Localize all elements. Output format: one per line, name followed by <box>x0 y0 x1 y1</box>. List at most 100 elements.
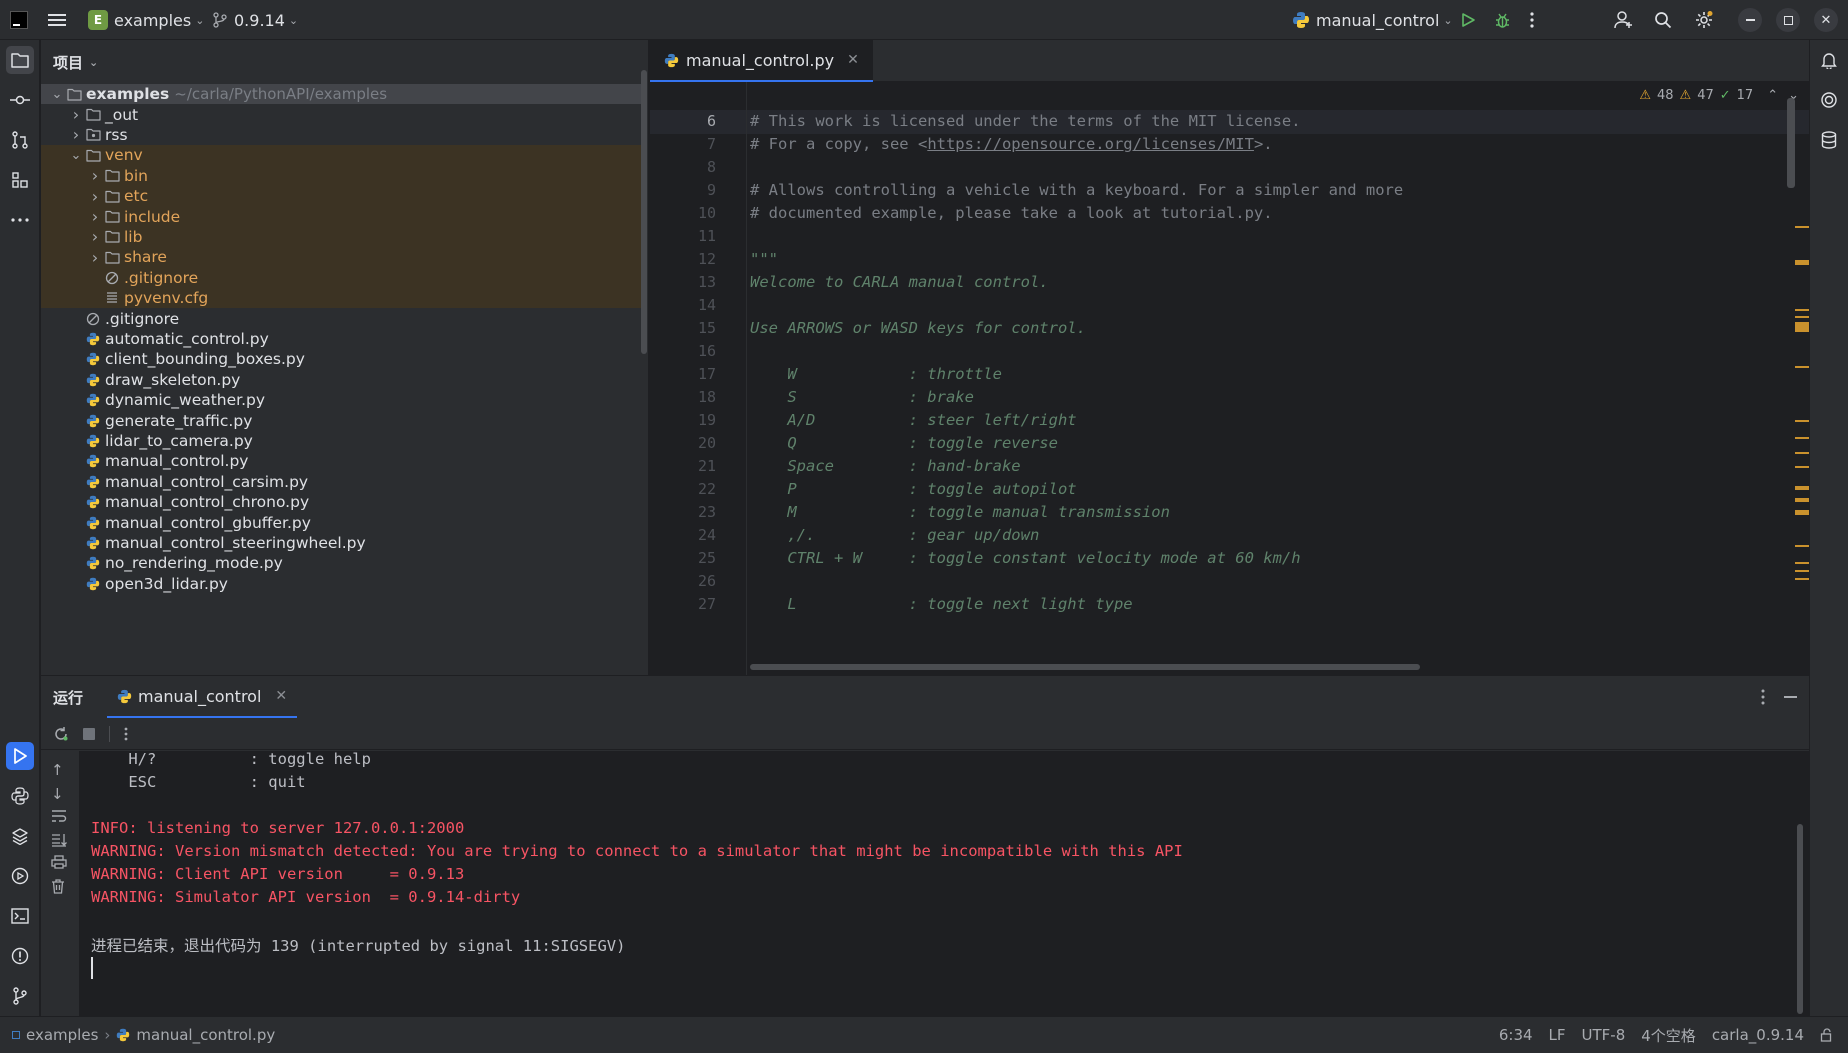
breadcrumb-file[interactable]: manual_control.py <box>136 1026 275 1044</box>
warning-marker[interactable] <box>1795 366 1809 368</box>
arrow-down-icon[interactable]: ↓ <box>51 785 64 803</box>
project-panel-header[interactable]: 项目 ⌄ <box>41 40 648 84</box>
console-scrollbar[interactable] <box>1797 824 1803 1014</box>
tree-folder[interactable]: › share <box>41 247 645 268</box>
chevron-right-icon[interactable]: › <box>87 227 103 246</box>
tab-manual-control-py[interactable]: manual_control.py ✕ <box>650 40 873 82</box>
warning-marker[interactable] <box>1795 437 1809 439</box>
git-tool-icon[interactable] <box>6 982 34 1010</box>
tree-file[interactable]: automatic_control.py <box>41 329 645 349</box>
chevron-down-icon[interactable]: ⌄ <box>68 148 84 163</box>
tree-folder[interactable]: › bin <box>41 165 645 186</box>
caret-position[interactable]: 6:34 <box>1499 1026 1533 1044</box>
tree-file[interactable]: generate_traffic.py <box>41 410 645 430</box>
tree-file[interactable]: open3d_lidar.py <box>41 574 645 594</box>
more-actions-icon[interactable] <box>1530 0 1534 40</box>
restore-window-icon[interactable] <box>1776 0 1800 40</box>
chevron-down-icon[interactable]: ⌄ <box>49 87 65 102</box>
project-switcher[interactable]: E examples ⌄ <box>88 0 204 40</box>
code-area[interactable]: 6 7 8 9 10 11 12 13 14 15 16 17 18 19 20 21 22 23 24 25 26 27… <box>650 82 1809 675</box>
console-output[interactable]: H/? : toggle help ESC : quit INFO: listen… <box>79 751 1809 1017</box>
chevron-right-icon[interactable]: › <box>87 207 103 226</box>
lock-icon[interactable] <box>1820 1028 1834 1042</box>
more-options-icon[interactable] <box>124 727 128 741</box>
close-tab-icon[interactable]: ✕ <box>847 52 859 68</box>
database-icon[interactable] <box>1815 126 1843 154</box>
structure-tool-icon[interactable] <box>6 166 34 194</box>
close-tab-icon[interactable]: ✕ <box>275 688 287 704</box>
problems-icon[interactable] <box>6 942 34 970</box>
warning-marker[interactable] <box>1795 316 1809 318</box>
warning-marker[interactable] <box>1795 322 1809 332</box>
terminal-icon[interactable] <box>6 902 34 930</box>
warning-marker[interactable] <box>1795 562 1809 564</box>
warning-marker[interactable] <box>1795 226 1809 228</box>
editor-scrollbar-v[interactable] <box>1787 98 1795 188</box>
tree-file[interactable]: lidar_to_camera.py <box>41 431 645 451</box>
tree-folder[interactable]: › etc <box>41 186 645 207</box>
tree-file[interactable]: manual_control.py <box>41 451 645 471</box>
tree-folder[interactable]: › lib <box>41 226 645 248</box>
settings-gear-icon[interactable] <box>1694 0 1714 40</box>
pull-requests-icon[interactable] <box>6 126 34 154</box>
tree-file[interactable]: manual_control_gbuffer.py <box>41 512 645 532</box>
stop-icon[interactable] <box>83 727 95 740</box>
add-user-icon[interactable] <box>1614 0 1634 40</box>
soft-wrap-icon[interactable] <box>51 809 67 823</box>
warning-marker[interactable] <box>1795 452 1809 454</box>
warning-marker[interactable] <box>1795 309 1809 311</box>
license-link[interactable]: https://opensource.org/licenses/MIT <box>927 135 1254 153</box>
chevron-right-icon[interactable]: › <box>68 105 84 124</box>
editor-scrollbar-h[interactable] <box>750 664 1420 670</box>
trash-icon[interactable] <box>51 879 65 894</box>
file-encoding[interactable]: UTF-8 <box>1582 1026 1626 1044</box>
print-icon[interactable] <box>51 855 67 869</box>
close-window-icon[interactable]: ✕ <box>1814 0 1838 40</box>
tree-file[interactable]: no_rendering_mode.py <box>41 553 645 573</box>
main-menu-icon[interactable] <box>48 0 66 40</box>
warning-marker[interactable] <box>1795 498 1809 502</box>
chevron-right-icon[interactable]: › <box>87 248 103 267</box>
breadcrumb-root[interactable]: examples <box>26 1026 98 1044</box>
warning-marker[interactable] <box>1795 570 1809 572</box>
run-tab-manual-control[interactable]: manual_control ✕ <box>107 676 298 718</box>
tree-file[interactable]: dynamic_weather.py <box>41 390 645 410</box>
project-tool-icon[interactable] <box>6 46 34 74</box>
chevron-right-icon[interactable]: › <box>87 166 103 185</box>
python-interpreter[interactable]: carla_0.9.14 <box>1712 1026 1804 1044</box>
chevron-right-icon[interactable]: › <box>68 125 84 144</box>
tree-folder[interactable]: ⌄ examples ~/carla/PythonAPI/examples <box>41 84 645 105</box>
tree-folder[interactable]: ⌄ venv <box>41 145 645 166</box>
tree-file[interactable]: manual_control_carsim.py <box>41 472 645 492</box>
tree-file[interactable]: .gitignore <box>41 267 645 288</box>
python-packages-icon[interactable] <box>6 822 34 850</box>
inspection-widget[interactable]: ⚠ 48 ⚠ 47 ✓ 17 ⌃ ⌄ <box>1639 88 1799 103</box>
run-button[interactable] <box>1460 0 1476 40</box>
warning-marker[interactable] <box>1795 420 1809 422</box>
scroll-to-end-icon[interactable] <box>51 833 67 847</box>
app-logo-icon[interactable] <box>10 0 30 40</box>
warning-marker[interactable] <box>1795 260 1809 265</box>
ai-assistant-icon[interactable] <box>1815 86 1843 114</box>
run-config-selector[interactable]: manual_control ⌄ <box>1292 0 1453 40</box>
tree-folder[interactable]: › include <box>41 206 645 227</box>
chevron-right-icon[interactable]: › <box>87 187 103 206</box>
minimize-window-icon[interactable] <box>1738 0 1762 40</box>
chevron-up-icon[interactable]: ⌃ <box>1767 88 1778 103</box>
tree-folder[interactable]: › rss <box>41 125 645 145</box>
line-separator[interactable]: LF <box>1549 1026 1566 1044</box>
tree-file[interactable]: pyvenv.cfg <box>41 288 645 309</box>
commit-tool-icon[interactable] <box>6 86 34 114</box>
run-tool-icon[interactable] <box>6 742 34 770</box>
indent-setting[interactable]: 4个空格 <box>1641 1025 1696 1046</box>
run-panel-options-icon[interactable] <box>1761 689 1765 705</box>
tree-file[interactable]: manual_control_chrono.py <box>41 492 645 512</box>
tree-file[interactable]: manual_control_steeringwheel.py <box>41 533 645 553</box>
warning-marker[interactable] <box>1795 545 1809 547</box>
arrow-up-icon[interactable]: ↑ <box>51 761 64 779</box>
debug-button[interactable] <box>1494 0 1511 40</box>
tree-file[interactable]: .gitignore <box>41 308 645 328</box>
search-icon[interactable] <box>1654 0 1672 40</box>
rerun-icon[interactable] <box>53 726 69 742</box>
warning-marker[interactable] <box>1795 486 1809 490</box>
